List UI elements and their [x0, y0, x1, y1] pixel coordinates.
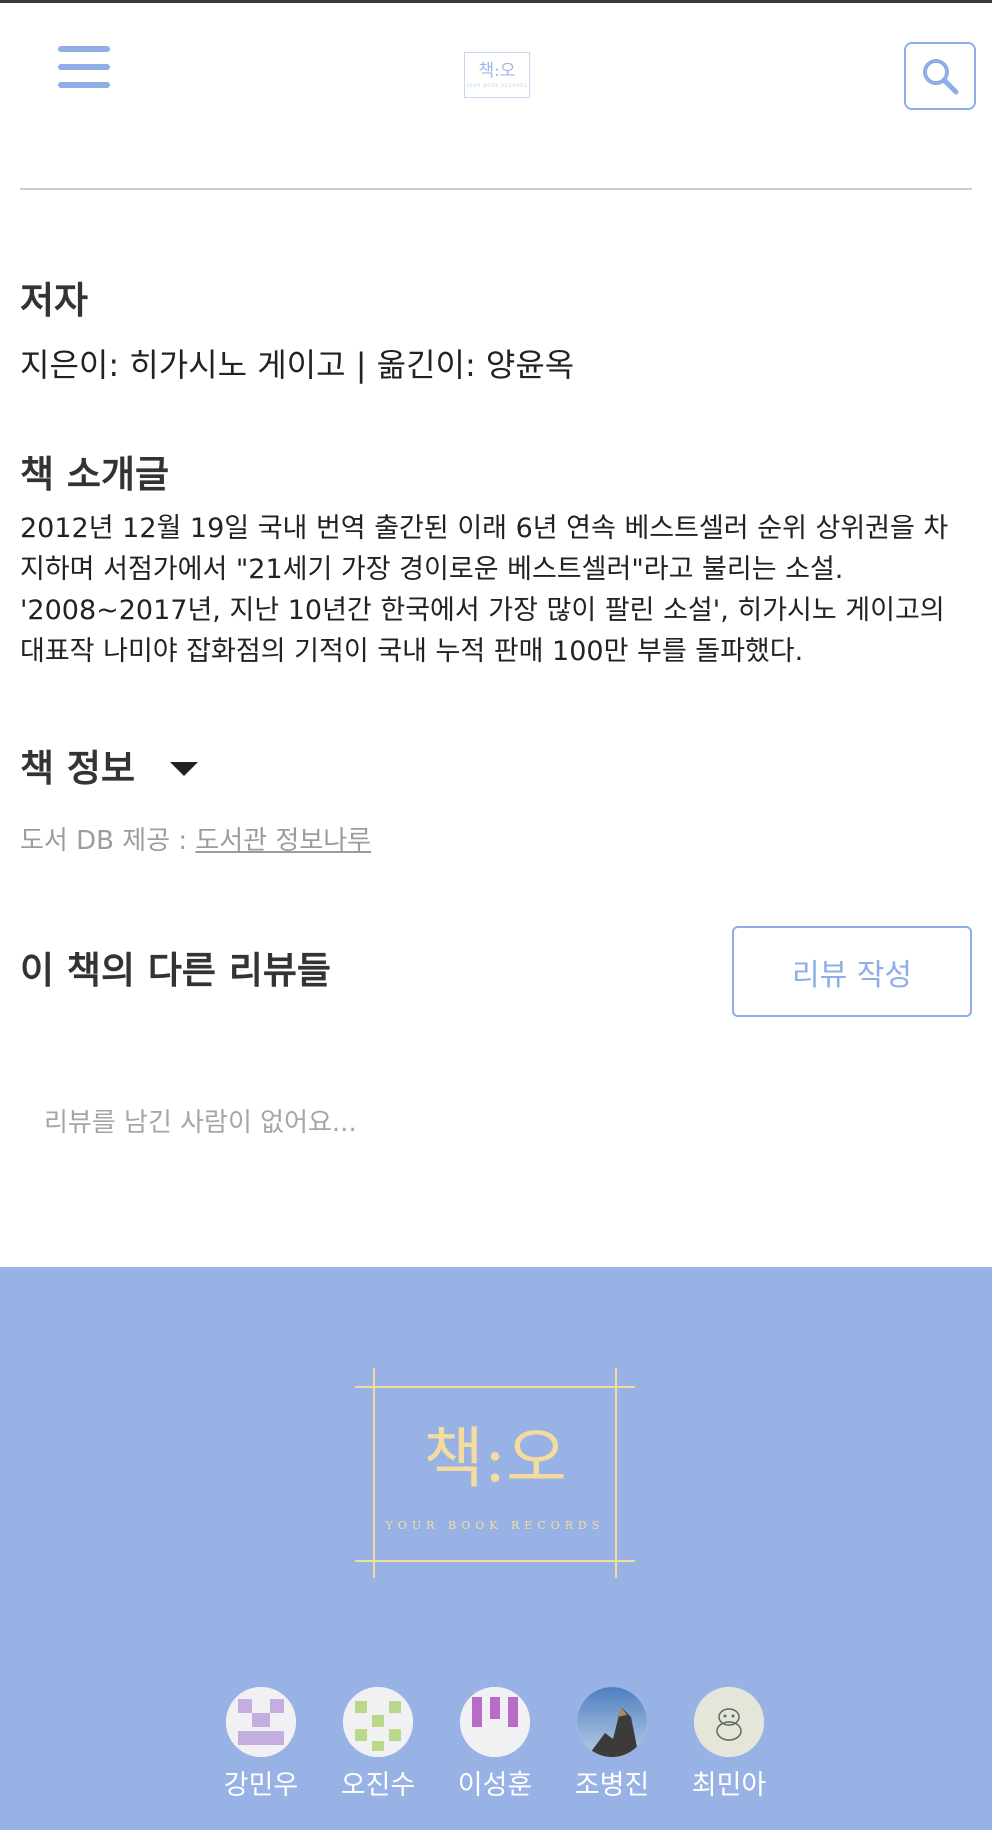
footer: 책:오 YOUR BOOK RECORDS 강민우 오진수 이성훈 조병진 최민…: [0, 1267, 992, 1830]
footer-logo-text: 책:오: [423, 1420, 567, 1497]
member-item[interactable]: 조병진: [562, 1687, 662, 1802]
hamburger-menu-icon[interactable]: [58, 46, 110, 88]
member-item[interactable]: 이성훈: [445, 1687, 545, 1802]
author-heading: 저자: [20, 279, 89, 322]
avatar: [694, 1687, 764, 1757]
book-detail-page: 책:오 YOUR BOOK RECORDS 저자 지은이: 히가시노 게이고 |…: [0, 0, 992, 1830]
member-name: 강민우: [223, 1770, 299, 1801]
search-icon: [923, 59, 959, 95]
member-item[interactable]: 강민우: [211, 1687, 311, 1802]
header-logo-subtext: YOUR BOOK RECORDS: [466, 82, 528, 88]
member-name: 오진수: [340, 1770, 416, 1801]
library-info-link[interactable]: 도서관 정보나루: [195, 826, 371, 856]
top-border: [0, 0, 992, 3]
footer-logo-subtext: YOUR BOOK RECORDS: [385, 1519, 605, 1532]
member-name: 최민아: [691, 1770, 767, 1801]
member-name: 이성훈: [457, 1770, 533, 1801]
book-db-source: 도서 DB 제공 : 도서관 정보나루: [20, 820, 371, 857]
search-button[interactable]: [904, 42, 976, 110]
member-name: 조병진: [574, 1770, 650, 1801]
author-text: 지은이: 히가시노 게이고 | 옮긴이: 양윤옥: [20, 346, 575, 384]
caret-down-icon[interactable]: [170, 762, 198, 776]
book-info-heading: 책 정보: [20, 747, 136, 790]
header-divider: [20, 188, 972, 190]
avatar: [343, 1687, 413, 1757]
header-logo[interactable]: 책:오 YOUR BOOK RECORDS: [464, 52, 530, 98]
header-logo-text: 책:오: [478, 60, 516, 81]
avatar: [577, 1687, 647, 1757]
intro-text: 2012년 12월 19일 국내 번역 출간된 이래 6년 연속 베스트셀러 순…: [20, 513, 949, 667]
reviews-heading: 이 책의 다른 리뷰들: [20, 949, 331, 992]
intro-heading: 책 소개글: [20, 453, 170, 496]
book-db-source-label: 도서 DB 제공 :: [20, 826, 196, 856]
reviews-empty-message: 리뷰를 남긴 사람이 없어요...: [44, 1108, 357, 1138]
member-item[interactable]: 오진수: [328, 1687, 428, 1802]
write-review-button[interactable]: 리뷰 작성: [732, 926, 972, 1017]
member-item[interactable]: 최민아: [679, 1687, 779, 1802]
footer-logo: 책:오 YOUR BOOK RECORDS: [355, 1368, 635, 1578]
avatar: [226, 1687, 296, 1757]
avatar: [460, 1687, 530, 1757]
